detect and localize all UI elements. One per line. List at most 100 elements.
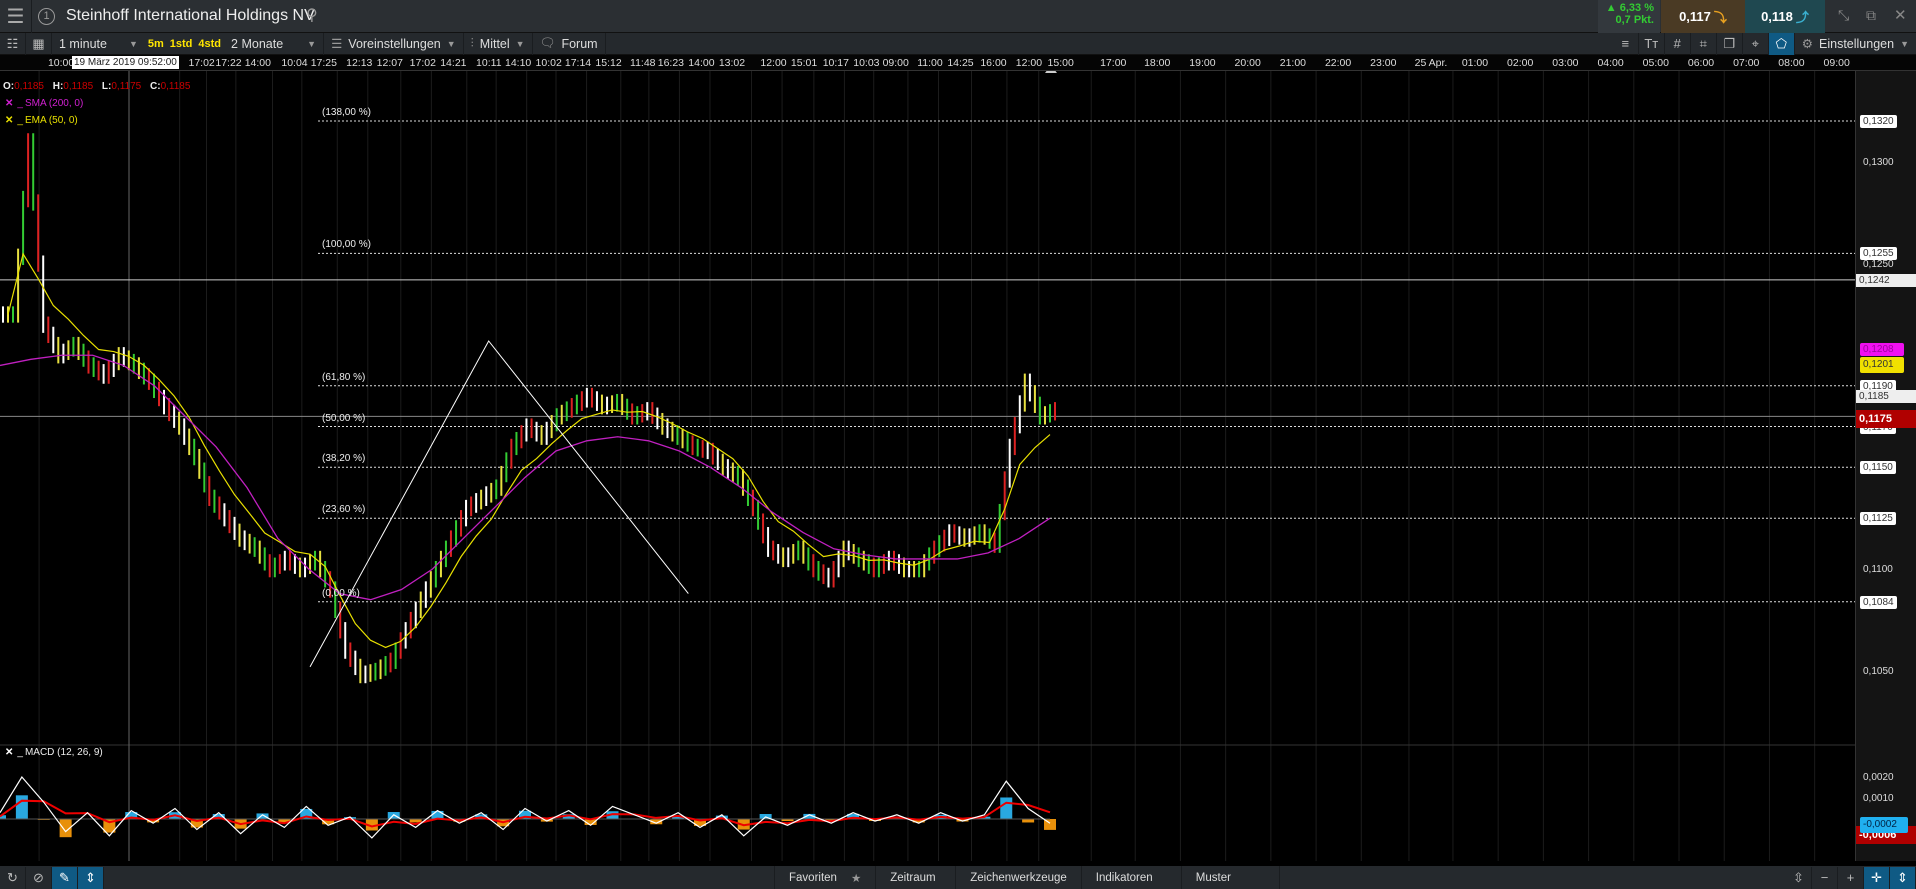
ema-label[interactable]: EMA (50, 0): [25, 115, 78, 126]
instrument-title: Steinhoff International Holdings NV: [66, 7, 315, 24]
close-label: C:: [150, 81, 161, 92]
time-tick-label: 21:00: [1279, 57, 1307, 69]
windows-icon[interactable]: ❐: [1717, 32, 1743, 55]
sell-button[interactable]: 0,117 ⤵: [1661, 0, 1745, 33]
time-tick-label: 22:00: [1324, 57, 1352, 69]
refresh-icon[interactable]: ↻: [0, 866, 26, 889]
price-chart[interactable]: [0, 71, 1855, 861]
quick-5m[interactable]: 5m: [145, 38, 167, 50]
search-icon[interactable]: ⚲: [306, 5, 318, 25]
remove-icon[interactable]: ✕: [3, 747, 15, 758]
favorites-button[interactable]: Favoriten ★: [774, 866, 877, 889]
time-tick-label: 17:22: [215, 57, 242, 69]
chart-type-select[interactable]: ⫶ Mittel ▼: [464, 32, 533, 55]
title-bar: ☰ 1 Steinhoff International Holdings NV …: [0, 0, 1916, 33]
time-tick-label: 11:00: [917, 57, 943, 69]
favorites-label: Favoriten: [789, 871, 837, 884]
chevron-down-icon: ▼: [1900, 38, 1909, 49]
macd-histogram-bar: [1022, 819, 1035, 823]
time-tick-label: 10:03: [853, 57, 880, 69]
line-style-icon[interactable]: _: [17, 115, 23, 126]
price-axis[interactable]: 0,1320 0,1300 0,1255 0,1250 0,1242 0,1208 0,12…: [1855, 71, 1916, 861]
fib-level-label: (138,00 %): [322, 107, 371, 118]
period-button[interactable]: Zeitraum: [876, 866, 957, 889]
fit-vertical-icon[interactable]: ⇕: [1890, 866, 1916, 889]
forum-button[interactable]: 🗨 Forum: [533, 32, 606, 55]
presets-label: Voreinstellungen: [348, 36, 441, 51]
time-tick-label: 25 Apr.: [1414, 57, 1448, 69]
indicators-label: Indikatoren: [1095, 871, 1153, 884]
time-tick-label: 12:13: [346, 57, 373, 69]
magnet-icon[interactable]: ⇕: [78, 866, 104, 889]
time-tick-label: 12:00: [760, 57, 787, 69]
drawing-tools-button[interactable]: Zeichenwerkzeuge: [956, 866, 1082, 889]
buy-button[interactable]: 0,118 ⤴: [1745, 0, 1825, 33]
price-axis-label: 0,1125: [1860, 512, 1896, 526]
chevron-down-icon: ▼: [515, 38, 525, 49]
remove-icon[interactable]: ✕: [3, 98, 15, 109]
range-value: 2 Monate: [231, 36, 284, 51]
grid-icon[interactable]: #: [1665, 32, 1691, 55]
list-icon[interactable]: ☷: [0, 32, 26, 55]
settings-button[interactable]: ⚙ Einstellungen ▼: [1795, 33, 1916, 55]
change-box: ▲ 6,33 % 0,7 Pkt.: [1598, 0, 1660, 33]
indicator-ema: ✕ _ EMA (50, 0): [3, 115, 78, 126]
pencil-icon[interactable]: ✎: [52, 866, 78, 889]
remove-icon[interactable]: ✕: [3, 115, 15, 126]
low-value: 0,1175: [111, 81, 142, 92]
patterns-label: Muster: [1195, 871, 1231, 884]
grid-edit-icon[interactable]: ⌗: [1691, 32, 1717, 55]
time-tick-label: 19:00: [1189, 57, 1216, 69]
price-axis-label: 0,1084: [1860, 595, 1897, 609]
presets-select[interactable]: ☰ Voreinstellungen ▼: [324, 32, 464, 55]
time-tick-label: 15:12: [595, 57, 622, 69]
macd-label[interactable]: MACD (12, 26, 9): [25, 747, 103, 758]
patterns-button[interactable]: Muster: [1182, 866, 1280, 889]
range-select[interactable]: 2 Monate ▼: [224, 32, 325, 55]
line-style-icon[interactable]: _: [17, 747, 23, 758]
price-tag-icon[interactable]: ⬠: [1768, 32, 1795, 55]
crosshair-toggle-icon[interactable]: ✛: [1864, 866, 1890, 889]
text-size-icon[interactable]: Tт: [1639, 32, 1665, 55]
fib-level-label: (61,80 %): [322, 371, 366, 383]
minimize-icon[interactable]: ⤡: [1838, 7, 1849, 24]
interval-value: 1 minute: [59, 36, 107, 51]
price-axis-label: 0,1242: [1856, 273, 1916, 287]
zoom-in-icon[interactable]: +: [1838, 866, 1864, 889]
time-tick-label: 23:00: [1370, 57, 1397, 69]
sell-price: 0,117: [1679, 9, 1711, 24]
fib-level-label: (38,20 %): [322, 453, 366, 465]
line-style-icon[interactable]: _: [17, 98, 23, 109]
close-icon[interactable]: ✕: [1894, 6, 1907, 24]
change-points: 0,7 Pkt.: [1615, 14, 1654, 26]
high-label: H:: [52, 81, 64, 92]
quick-1std[interactable]: 1std: [167, 38, 196, 50]
zoom-out-icon[interactable]: −: [1812, 866, 1838, 889]
layout-icon[interactable]: ▦: [26, 32, 52, 55]
indicators-button[interactable]: Indikatoren: [1082, 866, 1182, 889]
sma-label[interactable]: SMA (200, 0): [25, 98, 83, 109]
macd-histogram-bar: [15, 795, 28, 819]
time-tick-label: 12:00: [1015, 57, 1043, 69]
indicator-macd: ✕ _ MACD (12, 26, 9): [3, 747, 103, 758]
info-circle-icon[interactable]: 1: [38, 8, 55, 25]
arrow-up-icon: ⤴: [1795, 10, 1809, 25]
bottom-toolbar: ↻ ⊘ ✎ ⇕ Favoriten ★ Zeitraum Zeichenwerkz…: [0, 866, 1916, 889]
price-axis-label: 0,1208: [1860, 343, 1904, 357]
popout-icon[interactable]: ⧉: [1866, 7, 1876, 24]
price-axis-label: 0,1175: [1856, 410, 1916, 429]
menu-icon[interactable]: ☰: [0, 0, 32, 33]
interval-select[interactable]: 1 minute ▼: [52, 33, 145, 55]
change-percent: ▲ 6,33 %: [1605, 2, 1654, 14]
price-axis-label: 0,1201: [1860, 357, 1904, 374]
crosshair-icon[interactable]: ⌖: [1743, 32, 1769, 55]
quick-4std[interactable]: 4std: [195, 38, 224, 50]
price-axis-label: 0,1300: [1863, 156, 1894, 168]
legend-icon[interactable]: ≡: [1613, 32, 1639, 55]
time-tick-label: 10:04: [281, 57, 308, 69]
scale-icon[interactable]: ⇳: [1786, 866, 1812, 889]
open-value: 0,1185: [14, 81, 44, 92]
time-tick-label: 03:00: [1552, 57, 1579, 69]
time-tick-label: 10:17: [822, 57, 849, 69]
disable-icon[interactable]: ⊘: [26, 866, 52, 889]
